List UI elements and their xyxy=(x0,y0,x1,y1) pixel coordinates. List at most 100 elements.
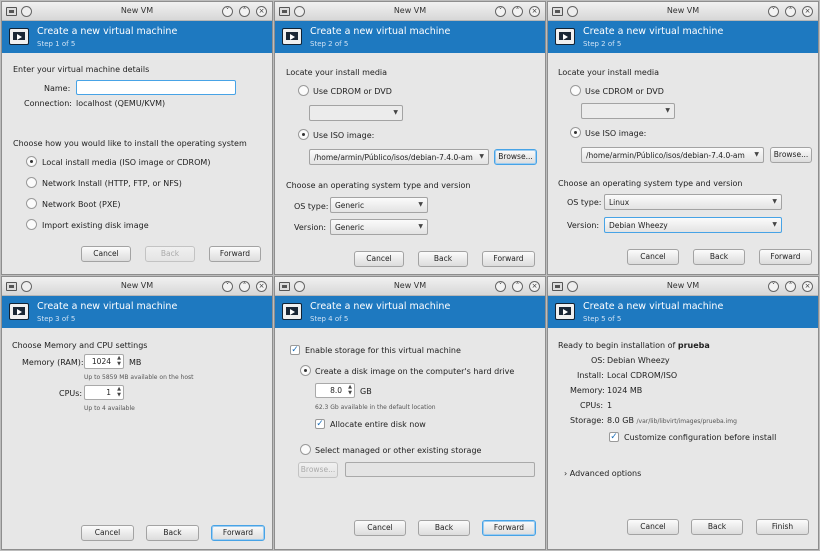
titlebar[interactable]: New VM ˅ ˄ × xyxy=(2,2,272,21)
customize-checkbox[interactable]: ✓ xyxy=(609,432,619,442)
maximize-icon[interactable]: ˄ xyxy=(785,6,796,17)
maximize-icon[interactable]: ˄ xyxy=(512,281,523,292)
cancel-button[interactable]: Cancel xyxy=(627,519,679,535)
maximize-icon[interactable]: ˄ xyxy=(239,6,250,17)
browse-button[interactable]: Browse... xyxy=(770,147,812,163)
window-step2: New VM ˅ ˄ × Create a new virtual machin… xyxy=(274,1,546,275)
vm-screen-icon xyxy=(555,28,575,45)
disk-available-hint: 62.3 Gb available in the default locatio… xyxy=(315,404,436,411)
minimize-icon[interactable]: ˅ xyxy=(222,281,233,292)
radio-network-boot[interactable] xyxy=(26,198,37,209)
finish-button[interactable]: Finish xyxy=(756,519,809,535)
enable-storage-checkbox[interactable]: ✓ xyxy=(290,345,300,355)
cpus-label: CPUs: xyxy=(59,389,83,398)
forward-button[interactable]: Forward xyxy=(209,246,261,262)
vm-screen-icon xyxy=(282,28,302,45)
titlebar[interactable]: New VM ˅ ˄ × xyxy=(2,277,272,296)
chevron-down-icon: ▼ xyxy=(772,198,777,205)
cancel-button[interactable]: Cancel xyxy=(354,251,404,267)
close-icon[interactable]: × xyxy=(802,6,813,17)
minimize-icon[interactable]: ˅ xyxy=(768,281,779,292)
disk-size-spinbox[interactable]: 8.0 ▲ ▼ xyxy=(315,383,355,398)
version-select[interactable]: Debian Wheezy ▼ xyxy=(604,217,782,233)
back-button[interactable]: Back xyxy=(418,251,468,267)
back-button[interactable]: Back xyxy=(146,525,199,541)
ready-heading: Ready to begin installation of prueba xyxy=(558,341,710,350)
titlebar[interactable]: New VM ˅ ˄ × xyxy=(548,2,818,21)
advanced-options-expander[interactable]: › Advanced options xyxy=(564,469,641,478)
storage-path-field[interactable] xyxy=(345,462,535,477)
window-controls: ˅ ˄ × xyxy=(222,281,268,292)
cancel-button[interactable]: Cancel xyxy=(81,246,131,262)
wizard-banner: Create a new virtual machine Step 5 of 5 xyxy=(548,296,818,328)
iso-path-value: /home/armin/Público/isos/debian-7.4.0-am xyxy=(586,151,745,160)
os-type-label: OS type: xyxy=(294,202,329,211)
step-indicator: Step 2 of 5 xyxy=(310,40,349,48)
iso-path-combo[interactable]: /home/armin/Público/isos/debian-7.4.0-am… xyxy=(309,149,489,165)
back-button[interactable]: Back xyxy=(691,519,743,535)
radio-local-media[interactable] xyxy=(26,156,37,167)
titlebar[interactable]: New VM ˅ ˄ × xyxy=(548,277,818,296)
back-button[interactable]: Back xyxy=(418,520,470,536)
forward-button[interactable]: Forward xyxy=(482,251,535,267)
back-button[interactable]: Back xyxy=(693,249,745,265)
wizard-banner: Create a new virtual machine Step 4 of 5 xyxy=(275,296,545,328)
spin-arrows-icon[interactable]: ▲ ▼ xyxy=(117,386,121,398)
maximize-icon[interactable]: ˄ xyxy=(239,281,250,292)
summary-os-label: OS: xyxy=(591,356,606,365)
cancel-button[interactable]: Cancel xyxy=(627,249,679,265)
minimize-icon[interactable]: ˅ xyxy=(222,6,233,17)
minimize-icon[interactable]: ˅ xyxy=(495,281,506,292)
version-select[interactable]: Generic ▼ xyxy=(330,219,428,235)
forward-button[interactable]: Forward xyxy=(211,525,265,541)
spin-arrows-icon[interactable]: ▲ ▼ xyxy=(117,355,121,367)
minimize-icon[interactable]: ˅ xyxy=(495,6,506,17)
maximize-icon[interactable]: ˄ xyxy=(785,281,796,292)
back-button[interactable]: Back xyxy=(145,246,195,262)
minimize-icon[interactable]: ˅ xyxy=(768,6,779,17)
version-value: Generic xyxy=(335,223,365,232)
close-icon[interactable]: × xyxy=(256,6,267,17)
memory-spinbox[interactable]: 1024 ▲ ▼ xyxy=(84,354,124,369)
window-controls: ˅ ˄ × xyxy=(495,281,541,292)
radio-iso[interactable] xyxy=(570,127,581,138)
browse-button[interactable]: Browse... xyxy=(298,462,338,478)
browse-button[interactable]: Browse... xyxy=(494,149,537,165)
step-indicator: Step 2 of 5 xyxy=(583,40,622,48)
close-icon[interactable]: × xyxy=(529,281,540,292)
allocate-checkbox[interactable]: ✓ xyxy=(315,419,325,429)
cancel-button[interactable]: Cancel xyxy=(81,525,134,541)
cdrom-select[interactable]: ▼ xyxy=(309,105,403,121)
radio-network-install[interactable] xyxy=(26,177,37,188)
name-field[interactable] xyxy=(76,80,236,95)
radio-iso[interactable] xyxy=(298,129,309,140)
close-icon[interactable]: × xyxy=(256,281,267,292)
cdrom-select[interactable]: ▼ xyxy=(581,103,675,119)
titlebar[interactable]: New VM ˅ ˄ × xyxy=(275,277,545,296)
cpus-spinbox[interactable]: 1 ▲ ▼ xyxy=(84,385,124,400)
radio-import-image[interactable] xyxy=(26,219,37,230)
radio-cdrom[interactable] xyxy=(298,85,309,96)
close-icon[interactable]: × xyxy=(529,6,540,17)
titlebar[interactable]: New VM ˅ ˄ × xyxy=(275,2,545,21)
cancel-button[interactable]: Cancel xyxy=(354,520,406,536)
chevron-down-icon: ▼ xyxy=(665,107,670,114)
radio-select-managed[interactable] xyxy=(300,444,311,455)
radio-cdrom[interactable] xyxy=(570,85,581,96)
version-value: Debian Wheezy xyxy=(609,221,668,230)
maximize-icon[interactable]: ˄ xyxy=(512,6,523,17)
spin-arrows-icon[interactable]: ▲ ▼ xyxy=(348,384,352,396)
step-indicator: Step 1 of 5 xyxy=(37,40,76,48)
os-heading: Choose an operating system type and vers… xyxy=(286,181,471,190)
chevron-down-icon: ▼ xyxy=(418,201,423,208)
iso-path-combo[interactable]: /home/armin/Público/isos/debian-7.4.0-am… xyxy=(581,147,764,163)
window-step1: New VM ˅ ˄ × Create a new virtual machin… xyxy=(1,1,273,275)
summary-storage-label: Storage: xyxy=(570,416,604,425)
radio-create-disk[interactable] xyxy=(300,365,311,376)
close-icon[interactable]: × xyxy=(802,281,813,292)
forward-button[interactable]: Forward xyxy=(759,249,812,265)
summary-cpus-value: 1 xyxy=(607,401,613,410)
forward-button[interactable]: Forward xyxy=(482,520,536,536)
os-type-select[interactable]: Linux ▼ xyxy=(604,194,782,210)
os-type-select[interactable]: Generic ▼ xyxy=(330,197,428,213)
